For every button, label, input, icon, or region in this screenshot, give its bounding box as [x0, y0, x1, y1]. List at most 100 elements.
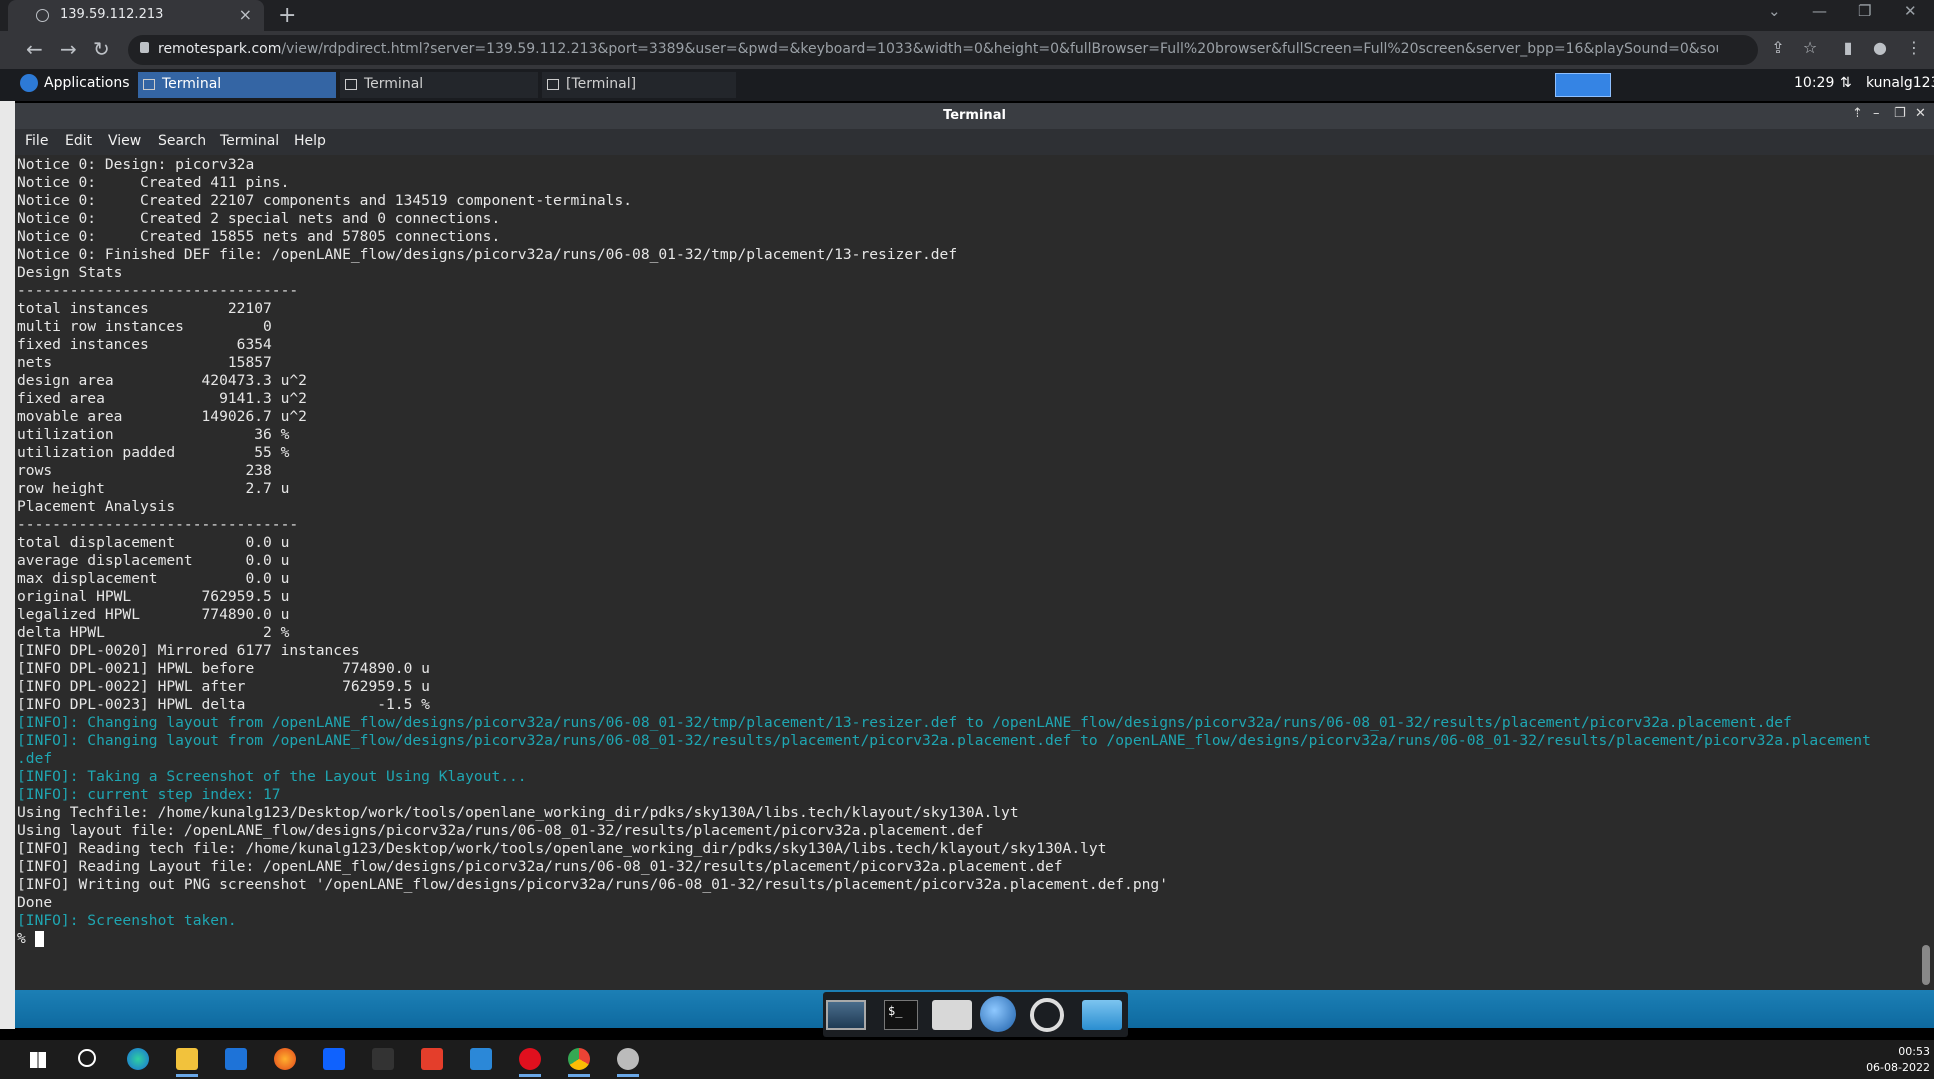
terminal-line: [INFO DPL-0020] Mirrored 6177 instances: [17, 642, 360, 659]
panel-user[interactable]: kunalg123: [1866, 75, 1934, 91]
window-minimize-icon[interactable]: –: [1873, 106, 1880, 121]
terminal-line: utilization 36 %: [17, 426, 290, 443]
opera-icon[interactable]: [519, 1048, 541, 1070]
taskbar-label: Terminal: [162, 76, 222, 92]
terminal-line: row height 2.7 u: [17, 480, 290, 497]
url-domain: remotespark.com: [158, 41, 282, 57]
taskbar-label: Terminal: [364, 76, 424, 92]
terminal-line: Design Stats: [17, 264, 123, 281]
workspace-switcher[interactable]: [1555, 73, 1611, 97]
edge-icon[interactable]: [127, 1048, 149, 1070]
terminal-line: --------------------------------: [17, 282, 299, 299]
network-icon[interactable]: ⇅: [1840, 75, 1852, 91]
terminal-line: [INFO] Writing out PNG screenshot '/open…: [17, 876, 1168, 893]
menu-help[interactable]: Help: [294, 133, 326, 149]
menu-view[interactable]: View: [108, 133, 141, 149]
terminal-line: Done: [17, 894, 53, 911]
side-panel-icon[interactable]: ▮: [1840, 40, 1856, 56]
back-icon[interactable]: ←: [26, 37, 43, 61]
active-indicator: [568, 1074, 590, 1077]
terminal-line: [INFO DPL-0022] HPWL after 762959.5 u: [17, 678, 430, 695]
gaming-app-icon[interactable]: [372, 1048, 394, 1070]
windows-start-icon[interactable]: [30, 1052, 46, 1068]
globe-icon: [36, 9, 49, 22]
remote-app-icon[interactable]: [617, 1048, 639, 1070]
terminal-line: delta HPWL 2 %: [17, 624, 290, 641]
panel-clock: 10:29: [1794, 75, 1835, 91]
terminal-line: [INFO]: Screenshot taken.: [17, 912, 237, 929]
window-maximize-icon[interactable]: ❐: [1894, 106, 1906, 121]
store-icon[interactable]: [225, 1048, 247, 1070]
reload-icon[interactable]: ↻: [93, 37, 110, 61]
star-icon[interactable]: ☆: [1802, 40, 1818, 56]
address-url: remotespark.com/view/rdpdirect.html?serv…: [158, 41, 1718, 57]
file-explorer-icon[interactable]: [176, 1048, 198, 1070]
windows-search-icon[interactable]: [78, 1049, 96, 1067]
terminal-line: movable area 149026.7 u^2: [17, 408, 307, 425]
search-icon[interactable]: [1030, 998, 1064, 1032]
terminal-line: [INFO]: Changing layout from /openLANE_f…: [17, 732, 1871, 749]
windows-clock[interactable]: 00:53 06-08-2022: [1860, 1044, 1930, 1076]
file-manager-icon[interactable]: [1082, 1000, 1122, 1030]
scrollbar-thumb[interactable]: [1922, 945, 1930, 985]
terminal-line: .def: [17, 750, 53, 767]
terminal-line: total displacement 0.0 u: [17, 534, 290, 551]
menu-file[interactable]: File: [25, 133, 48, 149]
terminal-line: legalized HPWL 774890.0 u: [17, 606, 290, 623]
lock-icon[interactable]: [140, 42, 149, 53]
chrome-icon[interactable]: [568, 1048, 590, 1070]
terminal-line: Using layout file: /openLANE_flow/design…: [17, 822, 984, 839]
window-up-icon[interactable]: ⇡: [1852, 106, 1863, 121]
tab-search-icon[interactable]: ⌄: [1768, 2, 1781, 20]
new-tab-button[interactable]: +: [278, 3, 296, 28]
menu-search[interactable]: Search: [158, 133, 206, 149]
office-icon[interactable]: [421, 1048, 443, 1070]
taskbar-item-terminal-3[interactable]: [Terminal]: [542, 72, 736, 98]
active-indicator: [519, 1074, 541, 1077]
terminal-line: [INFO DPL-0023] HPWL delta -1.5 %: [17, 696, 430, 713]
terminal-title: Terminal: [943, 108, 1006, 123]
home-folder-icon[interactable]: [932, 1000, 972, 1030]
menu-edit[interactable]: Edit: [65, 133, 92, 149]
terminal-launcher-icon[interactable]: $_: [884, 1000, 918, 1030]
terminal-line: Using Techfile: /home/kunalg123/Desktop/…: [17, 804, 1019, 821]
terminal-line: Notice 0: Created 411 pins.: [17, 174, 290, 191]
terminal-prompt-line[interactable]: %: [17, 930, 1871, 948]
maximize-icon[interactable]: ❐: [1858, 2, 1871, 20]
web-browser-icon[interactable]: [980, 996, 1016, 1032]
dropbox-icon[interactable]: [323, 1048, 345, 1070]
taskbar-label: [Terminal]: [566, 76, 637, 92]
windows-date: 06-08-2022: [1866, 1061, 1930, 1074]
minimize-icon[interactable]: —: [1812, 2, 1827, 20]
terminal-line: fixed instances 6354: [17, 336, 272, 353]
address-bar[interactable]: remotespark.com/view/rdpdirect.html?serv…: [128, 35, 1758, 65]
mail-icon[interactable]: [470, 1048, 492, 1070]
share-icon[interactable]: ⇪: [1770, 40, 1786, 56]
firefox-icon[interactable]: [274, 1048, 296, 1070]
window-close-icon[interactable]: ✕: [1915, 106, 1926, 121]
terminal-line: multi row instances 0: [17, 318, 272, 335]
close-tab-icon[interactable]: ×: [239, 5, 252, 24]
applications-menu[interactable]: Applications: [20, 74, 130, 92]
terminal-icon: [345, 79, 357, 90]
more-menu-icon[interactable]: ⋮: [1906, 40, 1922, 56]
menu-terminal[interactable]: Terminal: [220, 133, 279, 149]
terminal-line: [INFO]: Changing layout from /openLANE_f…: [17, 714, 1792, 731]
terminal-line: [INFO] Reading Layout file: /openLANE_fl…: [17, 858, 1063, 875]
terminal-output[interactable]: Notice 0: Design: picorv32a Notice 0: Cre…: [15, 155, 1919, 990]
terminal-line: --------------------------------: [17, 516, 299, 533]
terminal-scrollbar[interactable]: [1919, 155, 1934, 990]
taskbar-item-terminal-2[interactable]: Terminal: [340, 72, 538, 98]
taskbar-item-terminal-1[interactable]: Terminal: [138, 72, 336, 98]
terminal-line: [INFO]: current step index: 17: [17, 786, 281, 803]
forward-icon[interactable]: →: [60, 37, 77, 61]
terminal-line: nets 15857: [17, 354, 272, 371]
close-window-icon[interactable]: ✕: [1904, 2, 1917, 20]
browser-tab[interactable]: 139.59.112.213 ×: [8, 0, 264, 31]
terminal-line: design area 420473.3 u^2: [17, 372, 307, 389]
show-desktop-icon[interactable]: [826, 1000, 866, 1030]
profile-icon[interactable]: ●: [1872, 40, 1888, 56]
terminal-line: utilization padded 55 %: [17, 444, 290, 461]
windows-time: 00:53: [1898, 1045, 1930, 1058]
terminal-line: [INFO] Reading tech file: /home/kunalg12…: [17, 840, 1107, 857]
